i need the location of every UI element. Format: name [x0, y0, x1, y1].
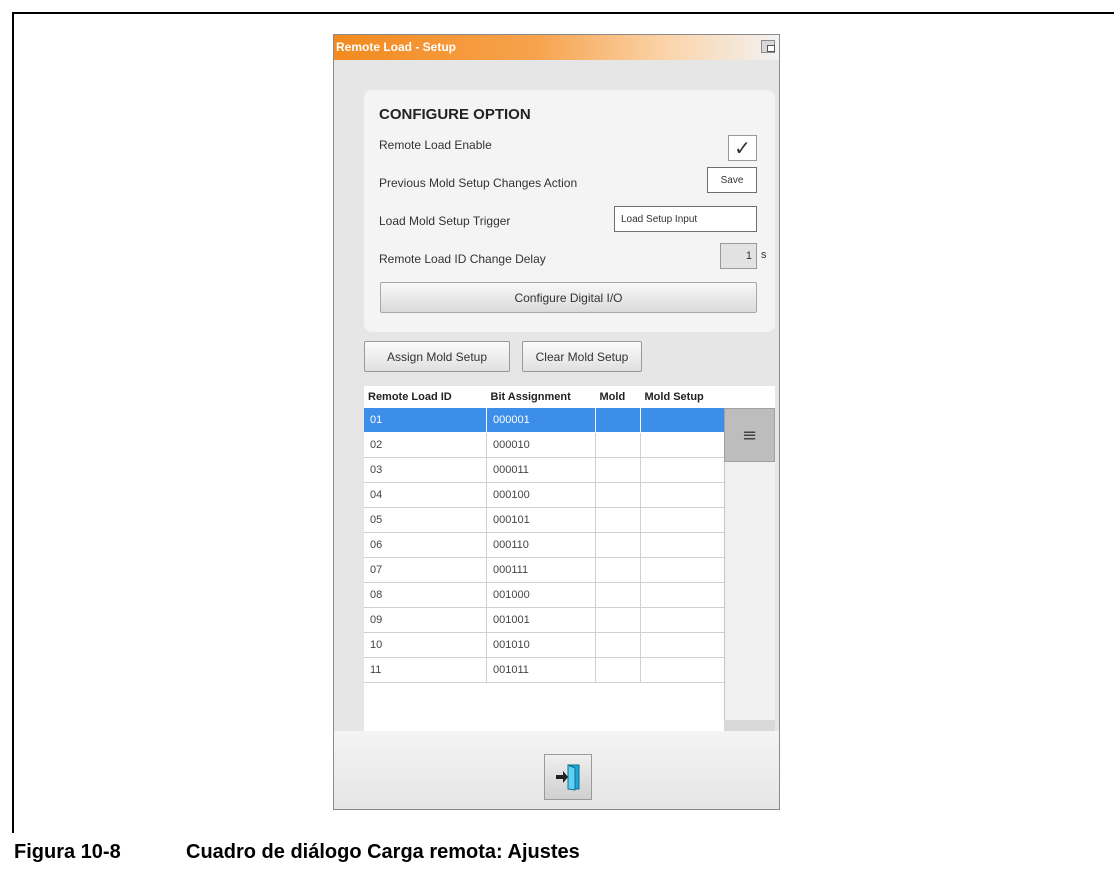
cell-mold[interactable] [595, 482, 641, 508]
previous-changes-label: Previous Mold Setup Changes Action [379, 176, 578, 190]
cell-mold-setup[interactable] [640, 507, 727, 533]
window-title: Remote Load - Setup [336, 40, 457, 54]
configure-digital-io-button[interactable]: Configure Digital I/O [380, 282, 757, 313]
cell-remote-load-id[interactable]: 08 [364, 582, 487, 608]
exit-door-icon [556, 764, 580, 791]
remote-load-table: Remote Load ID Bit Assignment Mold Mold … [364, 386, 775, 731]
figure-number: Figura 10-8 [14, 841, 121, 863]
cell-mold-setup[interactable] [640, 657, 727, 683]
cell-mold[interactable] [595, 457, 641, 483]
cell-mold-setup[interactable] [640, 432, 727, 458]
cell-bit-assignment[interactable]: 000011 [486, 457, 596, 483]
cell-remote-load-id[interactable]: 03 [364, 457, 487, 483]
table-row[interactable]: 11 001011 [364, 657, 727, 683]
trigger-label: Load Mold Setup Trigger [379, 214, 511, 228]
table-row[interactable]: 03 000011 [364, 457, 727, 483]
cell-bit-assignment[interactable]: 000111 [486, 557, 596, 583]
exit-button[interactable] [544, 754, 592, 800]
header-bit-assignment[interactable]: Bit Assignment [486, 386, 596, 408]
cell-remote-load-id[interactable]: 07 [364, 557, 487, 583]
caption-text: Cuadro de diálogo Carga remota: Ajustes [186, 841, 580, 863]
header-mold[interactable]: Mold [595, 386, 641, 408]
load-mold-setup-trigger-field[interactable]: Load Setup Input [614, 206, 757, 232]
cell-bit-assignment[interactable]: 000001 [486, 408, 596, 433]
title-bar[interactable]: Remote Load - Setup [334, 35, 779, 60]
cell-mold-setup[interactable] [640, 457, 727, 483]
change-delay-input[interactable]: 1 [720, 243, 757, 269]
table-row[interactable]: 05 000101 [364, 507, 727, 533]
cell-bit-assignment[interactable]: 000010 [486, 432, 596, 458]
delay-unit: s [761, 249, 767, 261]
cell-mold[interactable] [595, 632, 641, 658]
table-row[interactable]: 04 000100 [364, 482, 727, 508]
cell-mold[interactable] [595, 532, 641, 558]
table-row[interactable]: 01 000001 [364, 408, 727, 433]
clear-mold-setup-button[interactable]: Clear Mold Setup [522, 341, 642, 372]
table-row[interactable]: 08 001000 [364, 582, 727, 608]
cell-mold-setup[interactable] [640, 607, 727, 633]
cell-remote-load-id[interactable]: 02 [364, 432, 487, 458]
configure-option-panel: CONFIGURE OPTION Remote Load Enable ✓ Pr… [364, 90, 775, 332]
grip-icon: ≡ [741, 424, 758, 446]
cell-mold-setup[interactable] [640, 482, 727, 508]
figure-caption: Figura 10-8 Cuadro de diálogo Carga remo… [14, 836, 1114, 869]
cell-bit-assignment[interactable]: 001000 [486, 582, 596, 608]
panel-title: CONFIGURE OPTION [379, 106, 531, 123]
cell-mold-setup[interactable] [640, 532, 727, 558]
cell-mold[interactable] [595, 607, 641, 633]
remote-load-setup-window: Remote Load - Setup CONFIGURE OPTION Rem… [333, 34, 780, 810]
header-mold-setup[interactable]: Mold Setup [640, 386, 727, 408]
cell-remote-load-id[interactable]: 05 [364, 507, 487, 533]
scrollbar-bottom [724, 720, 775, 731]
scrollbar-thumb[interactable]: ≡ [724, 408, 775, 462]
table-row[interactable]: 02 000010 [364, 432, 727, 458]
cell-mold[interactable] [595, 507, 641, 533]
cell-mold[interactable] [595, 408, 641, 433]
cell-mold[interactable] [595, 582, 641, 608]
cell-mold[interactable] [595, 657, 641, 683]
table-row[interactable]: 07 000111 [364, 557, 727, 583]
cell-remote-load-id[interactable]: 11 [364, 657, 487, 683]
cell-mold[interactable] [595, 557, 641, 583]
cell-remote-load-id[interactable]: 09 [364, 607, 487, 633]
cell-remote-load-id[interactable]: 10 [364, 632, 487, 658]
cell-mold-setup[interactable] [640, 582, 727, 608]
delay-label: Remote Load ID Change Delay [379, 252, 546, 266]
cell-mold[interactable] [595, 432, 641, 458]
cell-mold-setup[interactable] [640, 408, 727, 433]
cell-bit-assignment[interactable]: 000100 [486, 482, 596, 508]
cell-remote-load-id[interactable]: 01 [364, 408, 487, 433]
table-header-row: Remote Load ID Bit Assignment Mold Mold … [364, 386, 727, 408]
restore-icon[interactable] [761, 40, 775, 53]
cell-mold-setup[interactable] [640, 557, 727, 583]
table-row[interactable]: 06 000110 [364, 532, 727, 558]
previous-changes-action-field[interactable]: Save [707, 167, 757, 193]
cell-bit-assignment[interactable]: 001001 [486, 607, 596, 633]
cell-mold-setup[interactable] [640, 632, 727, 658]
table-row[interactable]: 09 001001 [364, 607, 727, 633]
remote-load-enable-checkbox[interactable]: ✓ [728, 135, 757, 161]
cell-bit-assignment[interactable]: 000110 [486, 532, 596, 558]
cell-remote-load-id[interactable]: 04 [364, 482, 487, 508]
cell-remote-load-id[interactable]: 06 [364, 532, 487, 558]
header-remote-load-id[interactable]: Remote Load ID [364, 386, 487, 408]
cell-bit-assignment[interactable]: 001010 [486, 632, 596, 658]
table: Remote Load ID Bit Assignment Mold Mold … [364, 386, 727, 683]
remote-load-enable-label: Remote Load Enable [379, 138, 492, 152]
cell-bit-assignment[interactable]: 001011 [486, 657, 596, 683]
cell-bit-assignment[interactable]: 000101 [486, 507, 596, 533]
checkmark-icon: ✓ [734, 136, 751, 160]
assign-mold-setup-button[interactable]: Assign Mold Setup [364, 341, 510, 372]
table-row[interactable]: 10 001010 [364, 632, 727, 658]
